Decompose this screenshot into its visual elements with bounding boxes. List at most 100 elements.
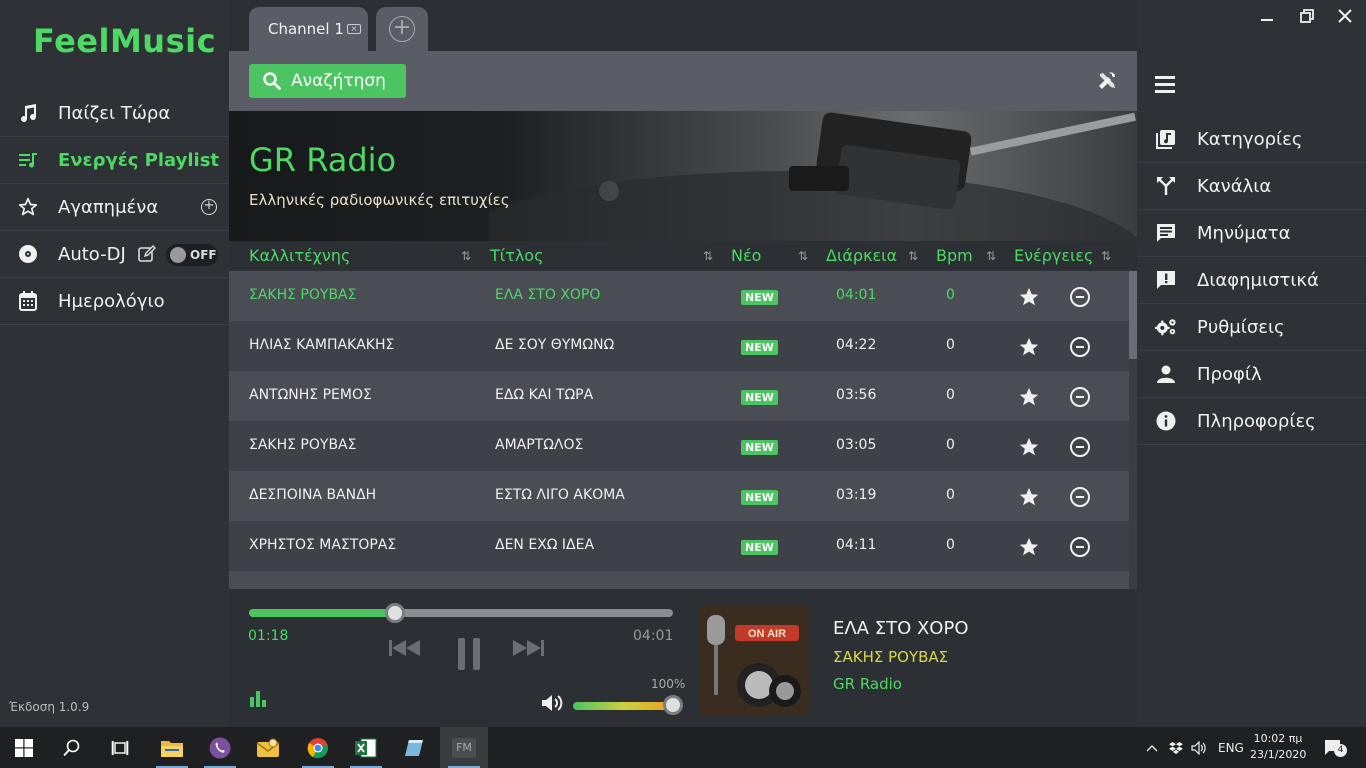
col-title[interactable]: Τίτλος xyxy=(490,246,543,265)
star-icon[interactable] xyxy=(1018,286,1040,308)
table-row[interactable]: ΗΛΙΑΣ ΚΑΜΠΑΚΑΚΗΣ ΔΕ ΣΟΥ ΘΥΜΩΝΩ NEW 04:22… xyxy=(229,321,1129,371)
scrollbar-thumb[interactable] xyxy=(1129,271,1137,359)
start-button[interactable] xyxy=(0,727,48,768)
nav-active-playlists[interactable]: Ενεργές Playlist xyxy=(0,137,229,184)
star-icon[interactable] xyxy=(1018,536,1040,558)
remove-icon[interactable] xyxy=(1070,487,1090,507)
tray-chevron[interactable] xyxy=(1146,727,1158,768)
auto-dj-toggle[interactable]: OFF xyxy=(166,244,218,266)
cell-artist: ΣΑΚΗΣ ΡΟΥΒΑΣ xyxy=(249,287,357,303)
nav-categories[interactable]: Κατηγορίες xyxy=(1137,116,1366,163)
new-badge: NEW xyxy=(741,490,778,505)
track-list: ΣΑΚΗΣ ΡΟΥΒΑΣ ΕΛΑ ΣΤΟ ΧΟΡΟ NEW 04:01 0 ΗΛ… xyxy=(229,271,1129,589)
cell-title: ΕΛΑ ΣΤΟ ΧΟΡΟ xyxy=(495,287,601,303)
info-icon xyxy=(1155,410,1177,432)
nav-settings[interactable]: Ρυθμίσεις xyxy=(1137,304,1366,351)
table-row[interactable] xyxy=(229,571,1129,589)
seek-bar[interactable] xyxy=(249,603,673,623)
remove-icon[interactable] xyxy=(1070,437,1090,457)
viber-icon xyxy=(209,737,231,758)
add-tab-button[interactable]: + xyxy=(376,7,428,51)
tray-language[interactable]: ENG xyxy=(1218,727,1244,768)
edit-icon[interactable] xyxy=(138,245,156,263)
task-view[interactable] xyxy=(96,727,144,768)
logo-m: M xyxy=(109,22,143,60)
col-bpm[interactable]: Bpm xyxy=(936,246,973,265)
left-sidebar: FeelMusic Παίζει Τώρα Ενεργές Playlist Α… xyxy=(0,0,229,727)
col-artist[interactable]: Καλλιτέχνης xyxy=(249,246,350,265)
new-badge: NEW xyxy=(741,290,778,305)
star-icon[interactable] xyxy=(1018,436,1040,458)
star-icon[interactable] xyxy=(1018,386,1040,408)
pause-icon[interactable] xyxy=(457,637,481,671)
taskbar-feelmusic[interactable]: FM xyxy=(440,727,488,768)
nav-ads[interactable]: Διαφημιστικά xyxy=(1137,257,1366,304)
volume-handle[interactable] xyxy=(663,695,683,715)
nav-channels[interactable]: Κανάλια xyxy=(1137,163,1366,210)
search-label: Αναζήτηση xyxy=(291,71,386,91)
tools-icon[interactable] xyxy=(1097,71,1117,91)
playlist-title: GR Radio xyxy=(249,141,397,179)
taskbar-file-explorer[interactable] xyxy=(148,727,196,768)
table-row[interactable]: ΑΝΤΩΝΗΣ ΡΕΜΟΣ ΕΔΩ ΚΑΙ ΤΩΡΑ NEW 03:56 0 xyxy=(229,371,1129,421)
sort-icon[interactable]: ⇅ xyxy=(908,249,918,263)
cell-artist: ΔΕΣΠΟΙΝΑ ΒΑΝΔΗ xyxy=(249,487,377,503)
nav-info[interactable]: Πληροφορίες xyxy=(1137,398,1366,445)
equalizer-icon[interactable] xyxy=(250,691,267,707)
nav-favorites[interactable]: Αγαπημένα + xyxy=(0,184,229,231)
remove-icon[interactable] xyxy=(1070,387,1090,407)
taskbar-viber[interactable] xyxy=(196,727,244,768)
sort-icon[interactable]: ⇅ xyxy=(1101,249,1111,263)
tray-clock[interactable]: 10:02 πμ 23/1/2020 xyxy=(1250,731,1306,763)
tab-channel-1[interactable]: Channel 1 × xyxy=(249,7,368,51)
taskbar-app[interactable] xyxy=(390,727,438,768)
close-icon[interactable] xyxy=(1335,6,1355,26)
nav-label: Προφίλ xyxy=(1197,363,1262,385)
sort-icon[interactable]: ⇅ xyxy=(798,249,808,263)
search-icon xyxy=(63,739,80,756)
col-new[interactable]: Νέο xyxy=(731,246,761,265)
minimize-icon[interactable] xyxy=(1257,6,1277,26)
next-icon[interactable] xyxy=(513,639,547,657)
tray-notifications[interactable]: 4 xyxy=(1324,727,1347,768)
cell-artist: ΣΑΚΗΣ ΡΟΥΒΑΣ xyxy=(249,437,357,453)
table-row[interactable]: ΔΕΣΠΟΙΝΑ ΒΑΝΔΗ ΕΣΤΩ ΛΙΓΟ ΑΚΟΜΑ NEW 03:19… xyxy=(229,471,1129,521)
nav-now-playing[interactable]: Παίζει Τώρα xyxy=(0,90,229,137)
volume-slider[interactable] xyxy=(573,702,673,710)
nav-calendar[interactable]: Ημερολόγιο xyxy=(0,278,229,325)
now-playing-artist: ΣΑΚΗΣ ΡΟΥΒΑΣ xyxy=(833,648,949,666)
add-favorite-icon[interactable]: + xyxy=(201,199,217,215)
taskbar-chrome[interactable] xyxy=(294,727,342,768)
search-button[interactable]: Αναζήτηση xyxy=(249,64,406,98)
table-row[interactable]: ΣΑΚΗΣ ΡΟΥΒΑΣ ΑΜΑΡΤΩΛΟΣ NEW 03:05 0 xyxy=(229,421,1129,471)
table-row[interactable]: ΣΑΚΗΣ ΡΟΥΒΑΣ ΕΛΑ ΣΤΟ ΧΟΡΟ NEW 04:01 0 xyxy=(229,271,1129,321)
tray-volume[interactable] xyxy=(1191,727,1207,768)
remove-icon[interactable] xyxy=(1070,537,1090,557)
menu-icon[interactable] xyxy=(1155,76,1175,94)
tray-dropbox[interactable] xyxy=(1169,727,1183,768)
star-icon[interactable] xyxy=(1018,486,1040,508)
nav-profile[interactable]: Προφίλ xyxy=(1137,351,1366,398)
taskbar-search[interactable] xyxy=(48,727,96,768)
restore-icon[interactable] xyxy=(1297,6,1317,26)
remove-icon[interactable] xyxy=(1070,337,1090,357)
taskbar-mail[interactable] xyxy=(244,727,292,768)
clock-date: 23/1/2020 xyxy=(1250,748,1307,761)
star-icon[interactable] xyxy=(1018,336,1040,358)
sort-icon[interactable]: ⇅ xyxy=(461,249,471,263)
taskbar-excel[interactable] xyxy=(342,727,390,768)
table-row[interactable]: ΧΡΗΣΤΟΣ ΜΑΣΤΟΡΑΣ ΔΕΝ ΕΧΩ ΙΔΕΑ NEW 04:11 … xyxy=(229,521,1129,571)
remove-icon[interactable] xyxy=(1070,287,1090,307)
version-label: Έκδοση 1.0.9 xyxy=(9,700,90,714)
nav-messages[interactable]: Μηνύματα xyxy=(1137,210,1366,257)
sort-icon[interactable]: ⇅ xyxy=(986,249,996,263)
previous-icon[interactable] xyxy=(389,639,423,657)
col-duration[interactable]: Διάρκεια xyxy=(826,246,897,265)
close-tab-icon[interactable]: × xyxy=(347,24,361,34)
nav-auto-dj[interactable]: Auto-DJ OFF xyxy=(0,231,229,278)
volume-icon[interactable] xyxy=(541,693,563,713)
speaker-icon xyxy=(1191,740,1206,755)
track-list-scrollbar[interactable] xyxy=(1129,271,1137,589)
seek-handle[interactable] xyxy=(385,603,406,623)
sort-icon[interactable]: ⇅ xyxy=(703,249,713,263)
